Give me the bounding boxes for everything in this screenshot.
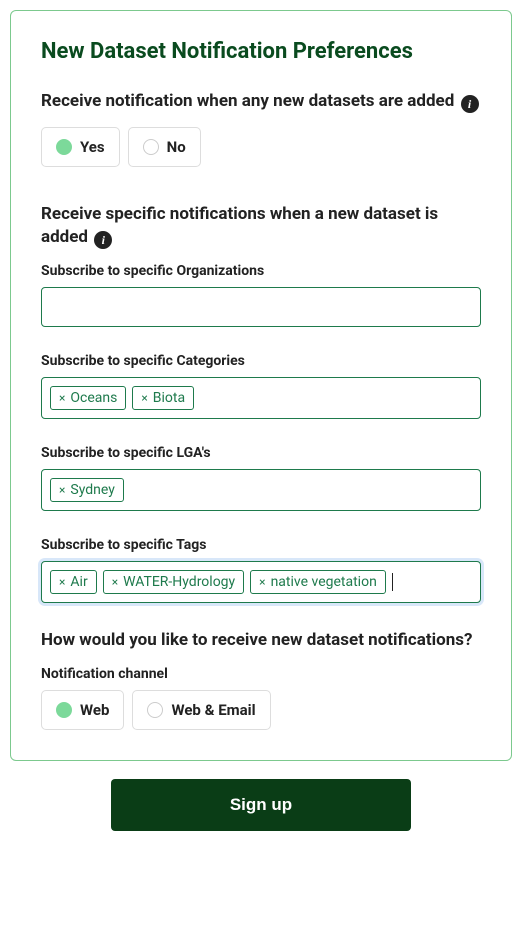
channel-webemail-option[interactable]: Web & Email [132,690,270,730]
channel-section: How would you like to receive new datase… [41,629,481,730]
categories-label: Subscribe to specific Categories [41,353,481,369]
tag-chip: × Air [50,570,97,594]
any-new-heading-text: Receive notification when any new datase… [41,91,454,111]
any-new-heading: Receive notification when any new datase… [41,90,481,113]
tags-input[interactable]: × Air × WATER-Hydrology × native vegetat… [41,561,481,603]
tags-field: Subscribe to specific Tags × Air × WATER… [41,537,481,603]
categories-field: Subscribe to specific Categories × Ocean… [41,353,481,419]
tag-chip: × native vegetation [250,570,386,594]
organizations-label: Subscribe to specific Organizations [41,263,481,279]
tag-label: Oceans [70,390,117,406]
channel-web-label: Web [80,701,109,719]
organizations-field: Subscribe to specific Organizations [41,263,481,327]
specific-heading: Receive specific notifications when a ne… [41,203,481,249]
tag-label: Sydney [70,482,114,498]
any-new-no-option[interactable]: No [128,127,201,167]
organizations-input[interactable] [41,287,481,327]
radio-icon [147,702,163,718]
page-title: New Dataset Notification Preferences [41,39,481,64]
tag-label: native vegetation [271,574,377,590]
remove-tag-icon[interactable]: × [59,575,65,589]
any-new-no-label: No [167,138,186,156]
any-new-yes-option[interactable]: Yes [41,127,120,167]
tag-chip: × WATER-Hydrology [103,570,244,594]
remove-tag-icon[interactable]: × [141,391,147,405]
text-cursor [392,573,393,591]
channel-label: Notification channel [41,666,481,682]
radio-icon [143,139,159,155]
lgas-input[interactable]: × Sydney [41,469,481,511]
info-icon[interactable]: i [94,231,112,249]
categories-input[interactable]: × Oceans × Biota [41,377,481,419]
tags-label: Subscribe to specific Tags [41,537,481,553]
signup-button[interactable]: Sign up [111,779,411,831]
channel-radio-group: Web Web & Email [41,690,481,730]
tag-label: WATER-Hydrology [123,574,235,590]
tag-label: Air [70,574,87,590]
any-new-yes-label: Yes [80,138,105,156]
remove-tag-icon[interactable]: × [259,575,265,589]
tag-label: Biota [153,390,185,406]
channel-heading: How would you like to receive new datase… [41,629,481,652]
remove-tag-icon[interactable]: × [112,575,118,589]
info-icon[interactable]: i [461,95,479,113]
tag-chip: × Sydney [50,478,124,502]
tag-chip: × Oceans [50,386,126,410]
radio-icon [56,139,72,155]
lgas-field: Subscribe to specific LGA's × Sydney [41,445,481,511]
channel-webemail-label: Web & Email [171,701,255,719]
tag-chip: × Biota [132,386,194,410]
remove-tag-icon[interactable]: × [59,391,65,405]
preferences-panel: New Dataset Notification Preferences Rec… [10,10,512,761]
radio-icon [56,702,72,718]
lgas-label: Subscribe to specific LGA's [41,445,481,461]
channel-web-option[interactable]: Web [41,690,124,730]
any-new-radio-group: Yes No [41,127,481,167]
remove-tag-icon[interactable]: × [59,483,65,497]
